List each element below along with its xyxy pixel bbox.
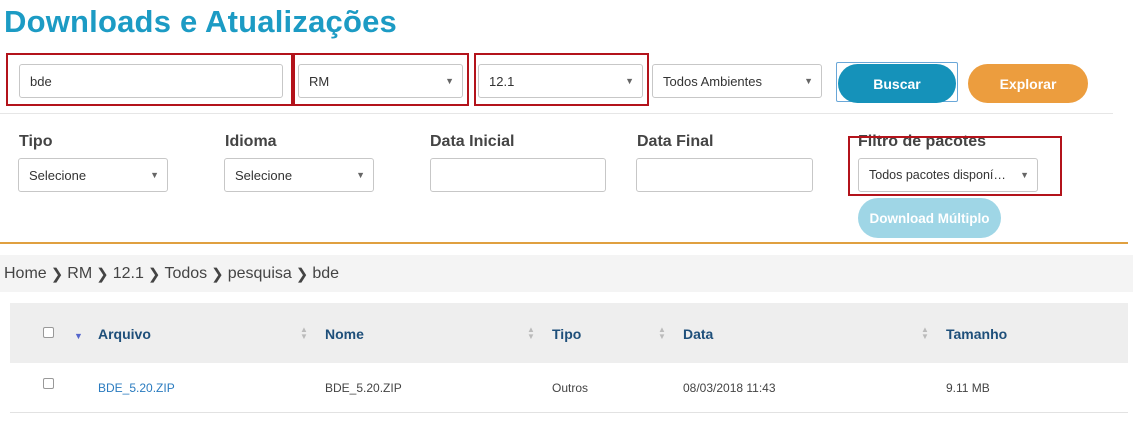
column-tipo[interactable]: Tipo [552,326,581,342]
sort-icon[interactable]: ▲ ▼ [527,326,535,341]
idioma-label: Idioma [225,133,277,150]
column-data[interactable]: Data [683,326,713,342]
search-input-value: bde [30,73,52,89]
tipo-select[interactable]: Selecione ▼ [18,158,168,192]
data-inicial-label: Data Inicial [430,133,515,150]
sort-icon[interactable]: ▲ ▼ [921,326,929,341]
chevron-down-icon: ▼ [1020,170,1029,180]
page-title: Downloads e Atualizações [4,4,397,39]
pacotes-select[interactable]: Todos pacotes disponí… ▼ [858,158,1038,192]
search-input[interactable]: bde [19,64,283,98]
data-final-label: Data Final [637,133,714,150]
data-final-input[interactable] [636,158,813,192]
buscar-button[interactable]: Buscar [838,64,956,103]
chevron-right-icon: ❯ [211,265,224,283]
breadcrumb-home[interactable]: Home [4,265,47,283]
row-tamanho: 9.11 MB [946,381,990,395]
idioma-select-value: Selecione [235,167,293,183]
breadcrumb-version[interactable]: 12.1 [113,265,144,283]
select-all-checkbox[interactable] [43,327,54,338]
chevron-right-icon: ❯ [295,265,309,283]
breadcrumb-search[interactable]: pesquisa [228,265,292,283]
row-arquivo-link[interactable]: BDE_5.20.ZIP [98,381,175,395]
product-select-value: RM [309,73,330,89]
version-select[interactable]: 12.1 ▼ [478,64,643,98]
chevron-right-icon: ❯ [147,265,161,283]
orange-divider [0,242,1128,244]
row-checkbox[interactable] [43,378,54,389]
sort-icon[interactable]: ▲ ▼ [658,326,666,341]
chevron-down-icon: ▼ [804,76,813,86]
column-nome[interactable]: Nome [325,326,364,342]
version-select-value: 12.1 [489,73,515,89]
pacotes-select-value: Todos pacotes disponí… [869,168,1006,182]
tipo-label: Tipo [19,133,53,150]
sort-desc-icon[interactable]: ▼ [74,331,83,341]
column-arquivo[interactable]: Arquivo [98,326,151,342]
chevron-right-icon: ❯ [50,265,64,283]
sort-icon[interactable]: ▲ ▼ [300,326,308,341]
breadcrumb-query: bde [312,264,340,282]
explorar-button[interactable]: Explorar [968,64,1088,103]
chevron-down-icon: ▼ [150,170,159,180]
row-nome: BDE_5.20.ZIP [325,381,402,395]
breadcrumb: Home ❯ RM ❯ 12.1 ❯ Todos ❯ pesquisa ❯ bd… [0,255,1133,292]
chevron-down-icon: ▼ [625,76,634,86]
data-inicial-input[interactable] [430,158,606,192]
chevron-down-icon: ▼ [356,170,365,180]
chevron-right-icon: ❯ [96,265,109,283]
row-data: 08/03/2018 11:43 [683,381,776,395]
environment-select-value: Todos Ambientes [663,73,763,89]
breadcrumb-product[interactable]: RM [67,265,92,283]
environment-select[interactable]: Todos Ambientes ▼ [652,64,822,98]
row-divider [10,412,1128,413]
tipo-select-value: Selecione [29,167,87,183]
column-tamanho[interactable]: Tamanho [946,326,1007,342]
product-select[interactable]: RM ▼ [298,64,463,98]
chevron-down-icon: ▼ [445,76,454,86]
breadcrumb-bar: Home ❯ RM ❯ 12.1 ❯ Todos ❯ pesquisa ❯ bd… [0,255,1133,292]
download-multiplo-button[interactable]: Download Múltiplo [858,198,1001,238]
row-tipo: Outros [552,381,589,395]
section-divider [0,113,1113,114]
breadcrumb-environment[interactable]: Todos [164,265,207,283]
idioma-select[interactable]: Selecione ▼ [224,158,374,192]
